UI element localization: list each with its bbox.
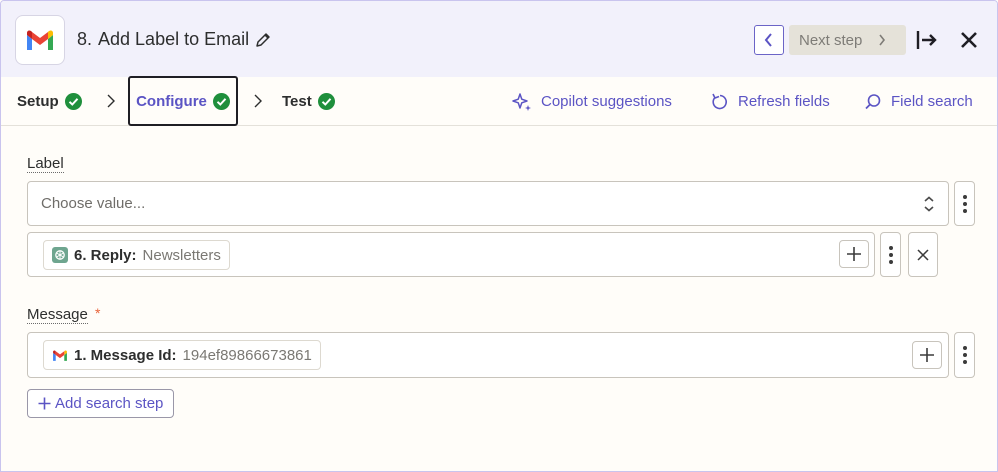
mapped-step-name: 1. Message Id: [74,346,177,364]
label-dropdown-placeholder: Choose value... [41,195,146,212]
step-name: Add Label to Email [98,29,250,49]
copilot-suggestions-button[interactable]: Copilot suggestions [511,77,672,126]
check-circle-icon [64,93,82,110]
message-field-title: Message [27,306,88,324]
label-options-button[interactable] [954,181,975,226]
add-search-step-label: Add search step [55,395,164,412]
copilot-label: Copilot suggestions [541,93,672,110]
field-search-button[interactable]: Field search [863,77,973,126]
close-icon[interactable] [957,28,981,52]
label-mapped-field[interactable]: 6. Reply: Newsletters [27,232,875,277]
previous-step-button[interactable] [754,25,784,55]
step-editor-panel: 8. Add Label to Email Next step Setup Co… [0,0,998,472]
plus-icon [38,397,51,410]
refresh-fields-button[interactable]: Refresh fields [710,77,830,126]
chevron-right-icon [107,94,115,108]
tab-configure[interactable]: Configure [128,76,238,126]
chatgpt-icon [52,247,68,263]
label-mapped-options-button[interactable] [880,232,901,277]
gmail-app-logo [15,15,65,65]
mapped-step-value: 194ef89866673861 [182,346,312,364]
step-title[interactable]: 8. Add Label to Email [77,29,271,50]
remove-value-button[interactable] [908,232,938,277]
next-step-label: Next step [799,31,863,49]
refresh-label: Refresh fields [738,93,830,110]
mapped-value-pill[interactable]: 1. Message Id: 194ef89866673861 [43,340,321,370]
mapped-step-value: Newsletters [142,246,221,264]
refresh-icon [712,93,727,109]
panel-header: 8. Add Label to Email Next step [1,1,997,77]
plus-icon [920,348,934,362]
mapped-value-pill[interactable]: 6. Reply: Newsletters [43,240,230,270]
tab-label: Setup [17,93,59,110]
required-marker: * [95,305,101,321]
insert-data-button[interactable] [839,240,869,268]
add-search-step-button[interactable]: Add search step [27,389,175,418]
search-icon [865,93,881,109]
label-dropdown[interactable]: Choose value... [27,181,949,226]
check-circle-icon [317,93,335,110]
chevron-up-down-icon [924,196,934,212]
label-field-title: Label [27,155,64,173]
tab-label: Test [282,93,312,110]
message-id-field[interactable]: 1. Message Id: 194ef89866673861 [27,332,949,378]
step-number: 8. [77,29,93,49]
chevron-right-icon [879,34,886,46]
chevron-right-icon [254,94,262,108]
tab-label: Configure [136,92,207,110]
insert-data-button[interactable] [912,341,942,369]
plus-icon [847,247,861,261]
sparkle-icon [512,92,531,111]
next-step-button[interactable]: Next step [789,25,906,55]
message-field-label: Message [27,306,88,323]
check-circle-icon [212,92,230,110]
collapse-panel-icon[interactable] [915,28,939,52]
chevron-left-icon [764,33,772,47]
field-search-label: Field search [891,93,973,110]
tab-setup[interactable]: Setup [17,77,82,126]
close-icon [917,248,929,261]
pencil-icon[interactable] [255,32,271,48]
message-options-button[interactable] [954,332,975,378]
tab-test[interactable]: Test [282,77,335,126]
mapped-step-name: 6. Reply: [74,246,137,264]
gmail-icon [53,349,67,361]
gmail-icon [27,30,53,50]
step-tabs: Setup Configure Test Copilot suggestions… [1,76,997,126]
